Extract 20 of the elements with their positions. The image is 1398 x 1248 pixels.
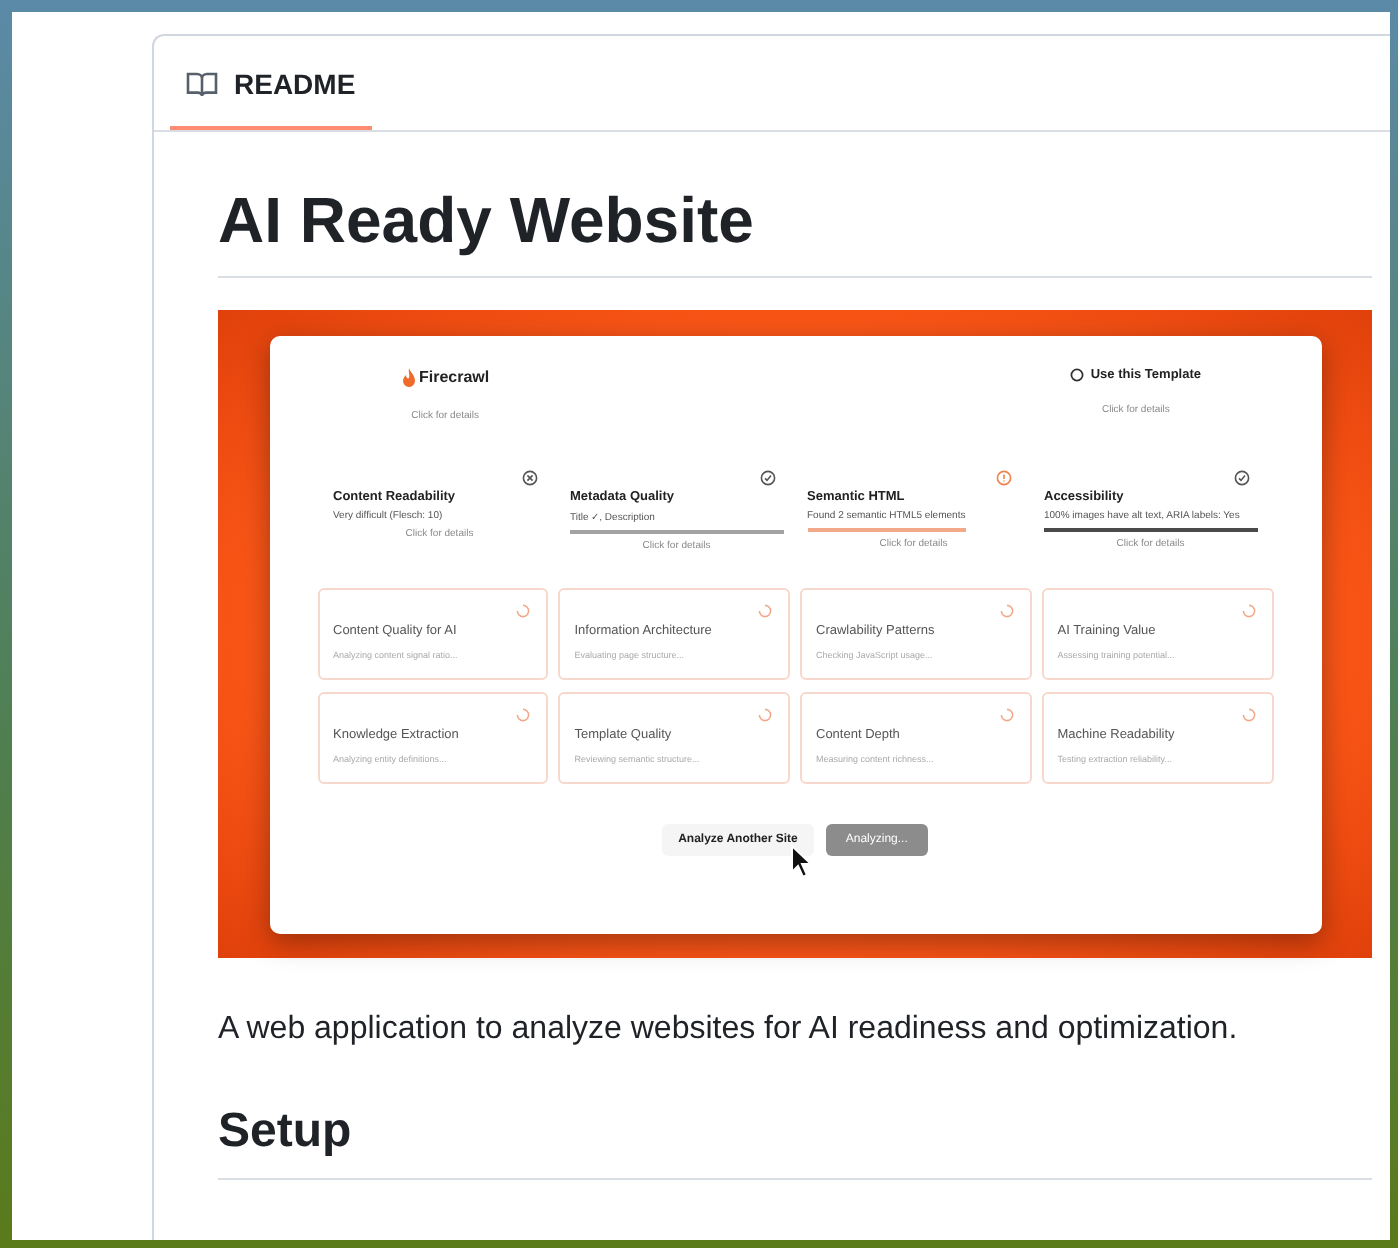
spinner-icon <box>1241 707 1255 721</box>
check-circle-icon <box>1233 469 1249 485</box>
description: A web application to analyze websites for AI readiness and optimization. <box>218 1010 1240 1050</box>
alert-circle-icon <box>996 469 1012 485</box>
spinner-icon <box>758 707 772 721</box>
flame-icon <box>401 367 415 387</box>
check-circle-icon <box>759 469 775 485</box>
cursor-icon <box>789 843 813 879</box>
spinner-icon <box>1241 603 1255 617</box>
spinner-icon <box>999 603 1014 617</box>
readme-title: AI Ready Website <box>218 180 1372 278</box>
spinner-icon <box>516 707 531 721</box>
spinner-icon <box>999 707 1014 721</box>
spinner-icon <box>758 603 772 617</box>
section-heading: Setup <box>218 1102 1372 1180</box>
book-icon <box>186 67 218 99</box>
spinner-icon <box>516 603 531 617</box>
brand-name: Firecrawl <box>419 368 490 386</box>
readme-tab[interactable]: README <box>170 36 372 130</box>
x-circle-icon <box>522 469 538 485</box>
